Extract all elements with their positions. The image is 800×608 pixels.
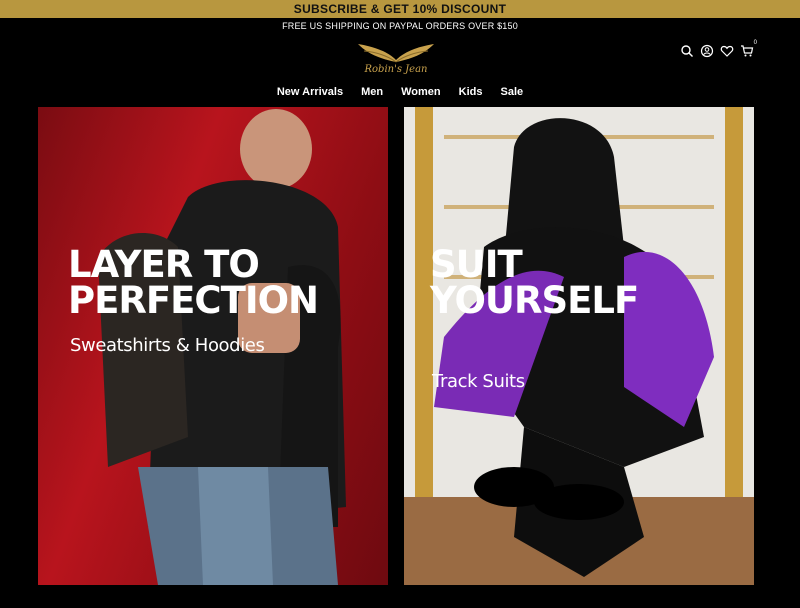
promo-text[interactable]: SUBSCRIBE & GET 10% DISCOUNT <box>294 2 506 16</box>
promo-bar[interactable]: SUBSCRIBE & GET 10% DISCOUNT <box>0 0 800 18</box>
brand-logo[interactable]: Robin's Jean <box>356 40 436 80</box>
shipping-text: FREE US SHIPPING ON PAYPAL ORDERS OVER $… <box>282 21 518 31</box>
panel-headline-line1: SUIT <box>430 243 523 286</box>
nav-item-new-arrivals[interactable]: New Arrivals <box>277 86 343 102</box>
panel-subtitle-link[interactable]: Track Suits <box>432 371 525 392</box>
panel-headline-line2: YOURSELF <box>430 279 639 322</box>
cart-icon[interactable]: 0 <box>740 40 757 58</box>
nav-item-kids[interactable]: Kids <box>459 86 483 102</box>
search-icon[interactable] <box>680 44 694 58</box>
shipping-banner: FREE US SHIPPING ON PAYPAL ORDERS OVER $… <box>0 18 800 34</box>
panel-subtitle-link[interactable]: Sweatshirts & Hoodies <box>70 335 265 356</box>
header-icons: 0 <box>680 40 757 58</box>
main-nav: New Arrivals Men Women Kids Sale <box>0 86 800 102</box>
nav-item-women[interactable]: Women <box>401 86 441 102</box>
account-icon[interactable] <box>700 44 714 58</box>
promo-panel-men[interactable]: LAYER TO PERFECTION Sweatshirts & Hoodie… <box>38 107 388 585</box>
wishlist-icon[interactable] <box>720 44 734 58</box>
panel-headline-line2: PERFECTION <box>68 279 319 322</box>
promo-panel-women[interactable]: SUIT YOURSELF Track Suits <box>404 107 754 585</box>
model-image <box>404 107 754 585</box>
nav-item-men[interactable]: Men <box>361 86 383 102</box>
wings-icon <box>358 44 434 63</box>
brand-name: Robin's Jean <box>364 64 428 75</box>
cart-count-badge: 0 <box>753 40 757 46</box>
nav-item-sale[interactable]: Sale <box>500 86 523 102</box>
panel-headline-line1: LAYER TO <box>68 243 260 286</box>
